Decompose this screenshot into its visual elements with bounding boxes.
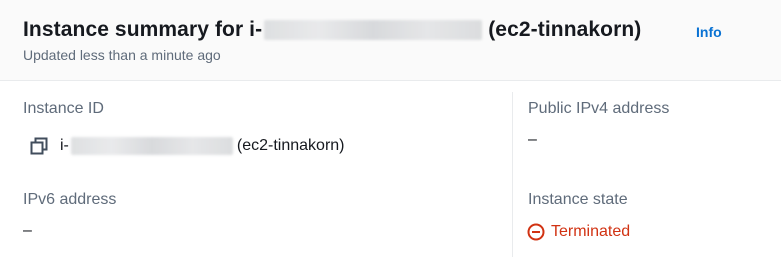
instance-state-value: Terminated bbox=[527, 221, 630, 243]
redacted-instance-id bbox=[70, 137, 233, 155]
instance-state-text: Terminated bbox=[551, 223, 631, 240]
instance-id-label: Instance ID bbox=[23, 100, 104, 117]
updated-timestamp: Updated less than a minute ago bbox=[23, 47, 221, 63]
public-ipv4-value: – bbox=[528, 131, 537, 148]
instance-name: (ec2-tinnakorn) bbox=[236, 137, 345, 154]
copy-icon[interactable] bbox=[30, 137, 48, 155]
redacted-instance-id bbox=[264, 20, 483, 40]
panel-header: Instance summary for i- (ec2-tinnakorn) … bbox=[0, 0, 781, 81]
instance-id-prefix: i- bbox=[60, 137, 69, 154]
column-divider bbox=[512, 92, 513, 257]
ipv6-value: – bbox=[23, 222, 32, 239]
instance-summary-panel: Instance summary for i- (ec2-tinnakorn) … bbox=[0, 0, 781, 257]
title-suffix: (ec2-tinnakorn) bbox=[488, 18, 642, 41]
info-link[interactable]: Info bbox=[696, 24, 722, 40]
page-title: Instance summary for i- (ec2-tinnakorn) bbox=[23, 14, 641, 46]
ipv6-label: IPv6 address bbox=[23, 191, 117, 208]
stopped-icon bbox=[527, 223, 545, 241]
instance-state-label: Instance state bbox=[528, 191, 628, 208]
title-prefix: Instance summary for i- bbox=[23, 18, 263, 41]
instance-id-value: i- (ec2-tinnakorn) bbox=[60, 135, 345, 157]
public-ipv4-label: Public IPv4 address bbox=[528, 100, 670, 117]
